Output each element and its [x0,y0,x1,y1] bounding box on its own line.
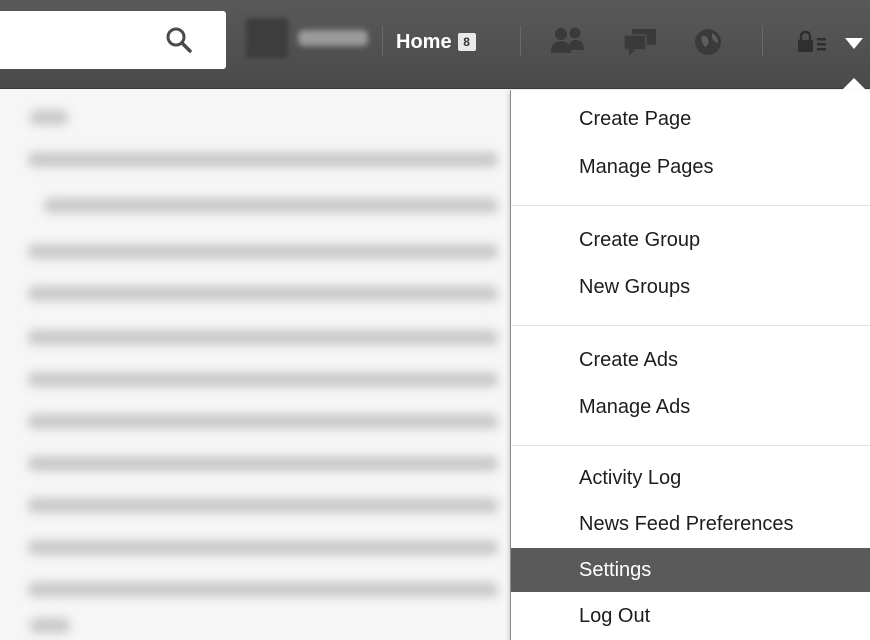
menu-item-news-feed-preferences[interactable]: News Feed Preferences [511,502,870,546]
search-button[interactable] [164,25,194,55]
redacted-text [28,414,498,429]
nav-divider [520,26,521,56]
top-navigation-bar: Home 8 [0,0,870,89]
messages-button[interactable] [620,22,660,62]
redacted-text [28,582,498,597]
redacted-text [44,198,498,213]
redacted-text [28,456,498,471]
menu-item-label: Activity Log [579,467,682,489]
profile-link[interactable] [246,14,374,62]
menu-item-label: Manage Ads [579,396,691,418]
search-icon [166,27,192,53]
redacted-text [28,498,498,513]
home-notification-badge: 8 [457,33,476,51]
account-dropdown-menu: Create Page Manage Pages Create Group Ne… [510,90,870,640]
menu-item-label: News Feed Preferences [579,513,794,535]
menu-item-label: Create Page [579,108,692,130]
redacted-text [30,110,68,125]
menu-item-activity-log[interactable]: Activity Log [511,456,870,500]
home-link[interactable]: Home 8 [396,22,476,62]
menu-item-settings[interactable]: Settings [511,548,870,592]
friend-requests-button[interactable] [548,22,588,62]
notifications-button[interactable] [688,22,728,62]
search-box [0,11,226,69]
nav-divider [762,26,763,56]
notifications-icon [695,29,721,55]
menu-item-create-ads[interactable]: Create Ads [511,338,870,382]
avatar [246,18,288,58]
redacted-text [28,152,498,167]
menu-caret [842,78,866,90]
nav-divider [382,26,383,56]
menu-divider [511,205,870,206]
menu-item-manage-pages[interactable]: Manage Pages [511,145,870,189]
menu-item-create-page[interactable]: Create Page [511,97,870,141]
blurred-news-feed [0,90,520,640]
redacted-text [28,244,498,259]
redacted-text [28,286,498,301]
menu-item-label: Log Out [579,605,651,627]
menu-item-log-out[interactable]: Log Out [511,594,870,638]
menu-item-label: Create Ads [579,349,678,371]
menu-item-label: Manage Pages [579,156,714,178]
menu-divider [511,325,870,326]
redacted-text [28,372,498,387]
messages-icon [623,29,656,56]
profile-name-redacted [298,30,368,46]
menu-item-manage-ads[interactable]: Manage Ads [511,385,870,429]
menu-item-create-group[interactable]: Create Group [511,218,870,262]
home-label: Home [396,30,452,53]
menu-item-new-groups[interactable]: New Groups [511,265,870,309]
menu-divider [511,445,870,446]
friend-requests-icon [551,27,584,53]
redacted-text [28,540,498,555]
search-input[interactable] [0,11,190,69]
menu-item-label: New Groups [579,276,691,298]
account-menu-toggle[interactable] [790,22,870,62]
privacy-shortcuts-icon [798,30,826,52]
menu-item-label: Create Group [579,229,701,251]
redacted-text [30,618,70,633]
redacted-text [28,330,498,345]
account-menu-chevron-icon [845,38,863,49]
menu-item-label: Settings [579,559,652,581]
